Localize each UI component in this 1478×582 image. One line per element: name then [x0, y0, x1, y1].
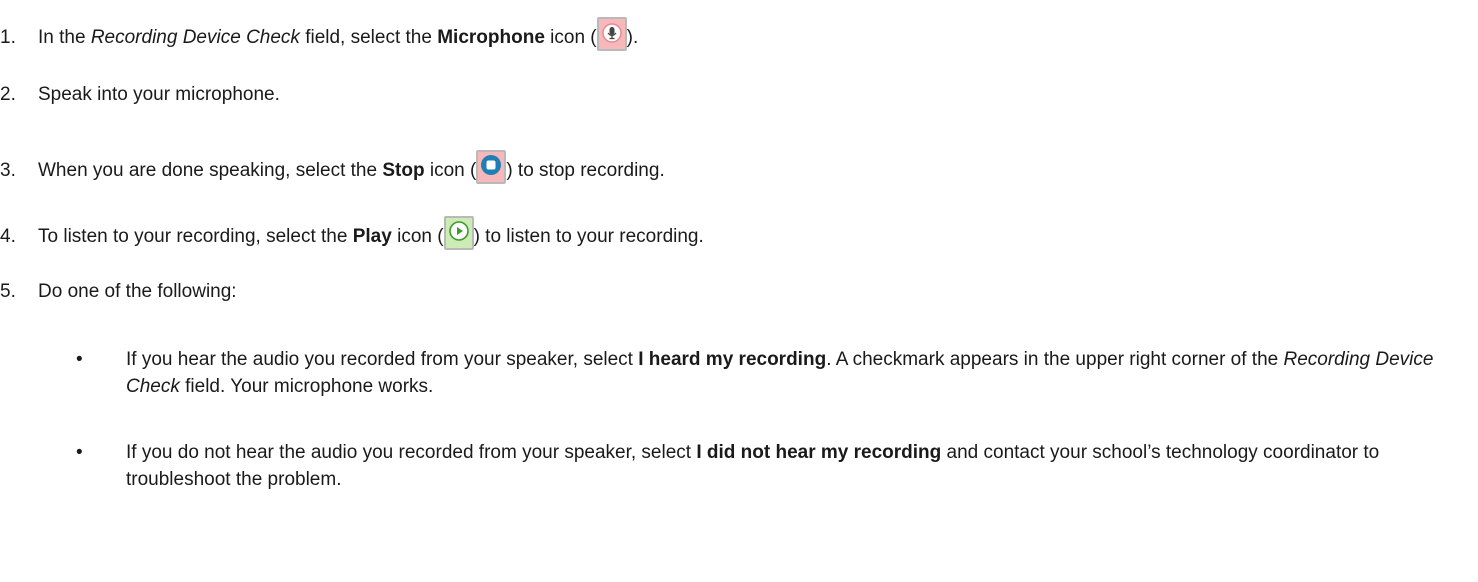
microphone-icon	[596, 17, 627, 51]
bullet-text-part: . A checkmark appears in the upper right…	[826, 349, 1284, 370]
step-text: icon (	[544, 27, 597, 48]
step-text: field, select the	[299, 27, 438, 48]
step-2: 2. Speak into your microphone.	[0, 83, 280, 107]
step-number: 1.	[0, 27, 16, 48]
step-3: 3. When you are done speaking, select the…	[0, 150, 665, 184]
field-name: Recording Device Check	[90, 27, 300, 48]
step-number: 5.	[0, 281, 16, 302]
step-number: 3.	[0, 160, 16, 181]
step-number: 4.	[0, 226, 16, 247]
step-text: To listen to your recording, select the	[38, 226, 353, 247]
stop-icon	[476, 150, 507, 184]
bullet-text: If you do not hear the audio you recorde…	[126, 439, 1466, 493]
bullet-text-part: If you do not hear the audio you recorde…	[126, 442, 697, 463]
option-label: I did not hear my recording	[696, 442, 942, 463]
step-4: 4. To listen to your recording, select th…	[0, 216, 704, 250]
icon-name: Play	[352, 226, 392, 247]
bullet-icon: •	[76, 442, 83, 463]
option-label: I heard my recording	[638, 349, 827, 370]
bullet-text-part: If you hear the audio you recorded from …	[126, 349, 639, 370]
bullet-item-not-heard: • If you do not hear the audio you recor…	[76, 439, 1466, 493]
step-text: ) to stop recording.	[506, 160, 665, 181]
step-text: In the	[38, 27, 91, 48]
bullet-item-heard: • If you hear the audio you recorded fro…	[76, 346, 1466, 400]
step-1: 1. In the Recording Device Check field, s…	[0, 17, 638, 51]
step-text: icon (	[424, 160, 477, 181]
step-text: When you are done speaking, select the	[38, 160, 383, 181]
icon-name: Microphone	[437, 27, 545, 48]
step-text: icon (	[391, 226, 444, 247]
play-icon	[443, 216, 474, 250]
step-text: ).	[626, 27, 639, 48]
step-text: ) to listen to your recording.	[473, 226, 704, 247]
icon-name: Stop	[382, 160, 425, 181]
step-text: Do one of the following:	[38, 281, 237, 302]
step-number: 2.	[0, 84, 16, 105]
step-5: 5. Do one of the following:	[0, 280, 237, 304]
bullet-icon: •	[76, 349, 83, 370]
bullet-text: If you hear the audio you recorded from …	[126, 346, 1466, 400]
bullet-text-part: field. Your microphone works.	[179, 376, 434, 397]
step-text: Speak into your microphone.	[38, 84, 280, 105]
